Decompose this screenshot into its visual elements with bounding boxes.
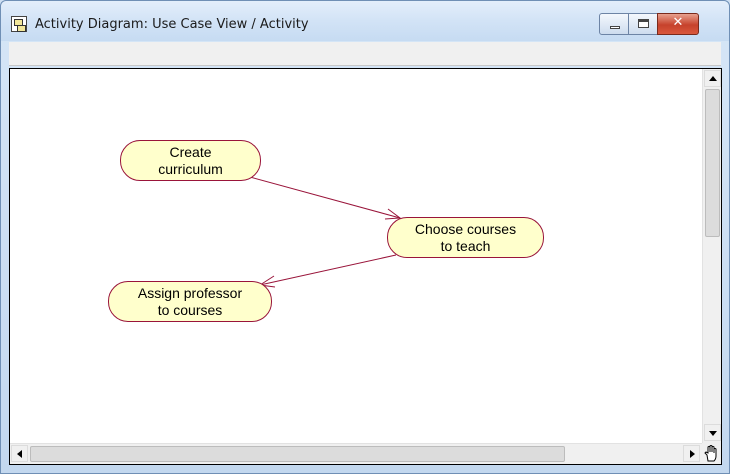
activity-create-curriculum[interactable]: Create curriculum	[120, 140, 261, 181]
window-title: Activity Diagram: Use Case View / Activi…	[35, 17, 309, 32]
arrow-up-icon	[709, 76, 717, 81]
diagram-canvas[interactable]: Create curriculum Choose courses to teac…	[10, 69, 702, 443]
minimize-button[interactable]	[599, 13, 629, 35]
diagram-frame: Create curriculum Choose courses to teac…	[9, 68, 722, 465]
scroll-right-button[interactable]	[683, 445, 700, 462]
horizontal-scroll-thumb[interactable]	[30, 446, 565, 462]
vertical-scroll-thumb[interactable]	[705, 89, 720, 237]
scroll-left-button[interactable]	[11, 445, 28, 462]
horizontal-scrollbar[interactable]	[10, 443, 702, 464]
maximize-button[interactable]	[628, 13, 658, 35]
close-icon: ✕	[672, 15, 684, 30]
diagram-icon	[11, 16, 27, 32]
activity-choose-courses[interactable]: Choose courses to teach	[387, 217, 544, 258]
maximize-icon	[638, 19, 649, 28]
transition-choose-to-assign[interactable]	[259, 254, 397, 286]
scroll-corner[interactable]	[702, 443, 721, 464]
hand-icon	[704, 445, 717, 462]
arrow-left-icon	[17, 450, 22, 458]
vertical-scrollbar[interactable]	[702, 69, 721, 443]
close-button[interactable]: ✕	[657, 13, 699, 35]
scroll-down-button[interactable]	[704, 424, 721, 441]
toolbar-strip	[9, 42, 721, 66]
arrow-right-icon	[690, 450, 695, 458]
activity-assign-professor[interactable]: Assign professor to courses	[108, 281, 272, 322]
activity-diagram-window: Activity Diagram: Use Case View / Activi…	[0, 0, 730, 474]
scroll-up-button[interactable]	[704, 70, 721, 87]
title-bar[interactable]: Activity Diagram: Use Case View / Activi…	[1, 1, 729, 41]
transition-layer	[249, 176, 402, 288]
transition-create-to-choose[interactable]	[249, 176, 401, 219]
minimize-icon	[610, 26, 620, 29]
arrow-down-icon	[709, 431, 717, 436]
